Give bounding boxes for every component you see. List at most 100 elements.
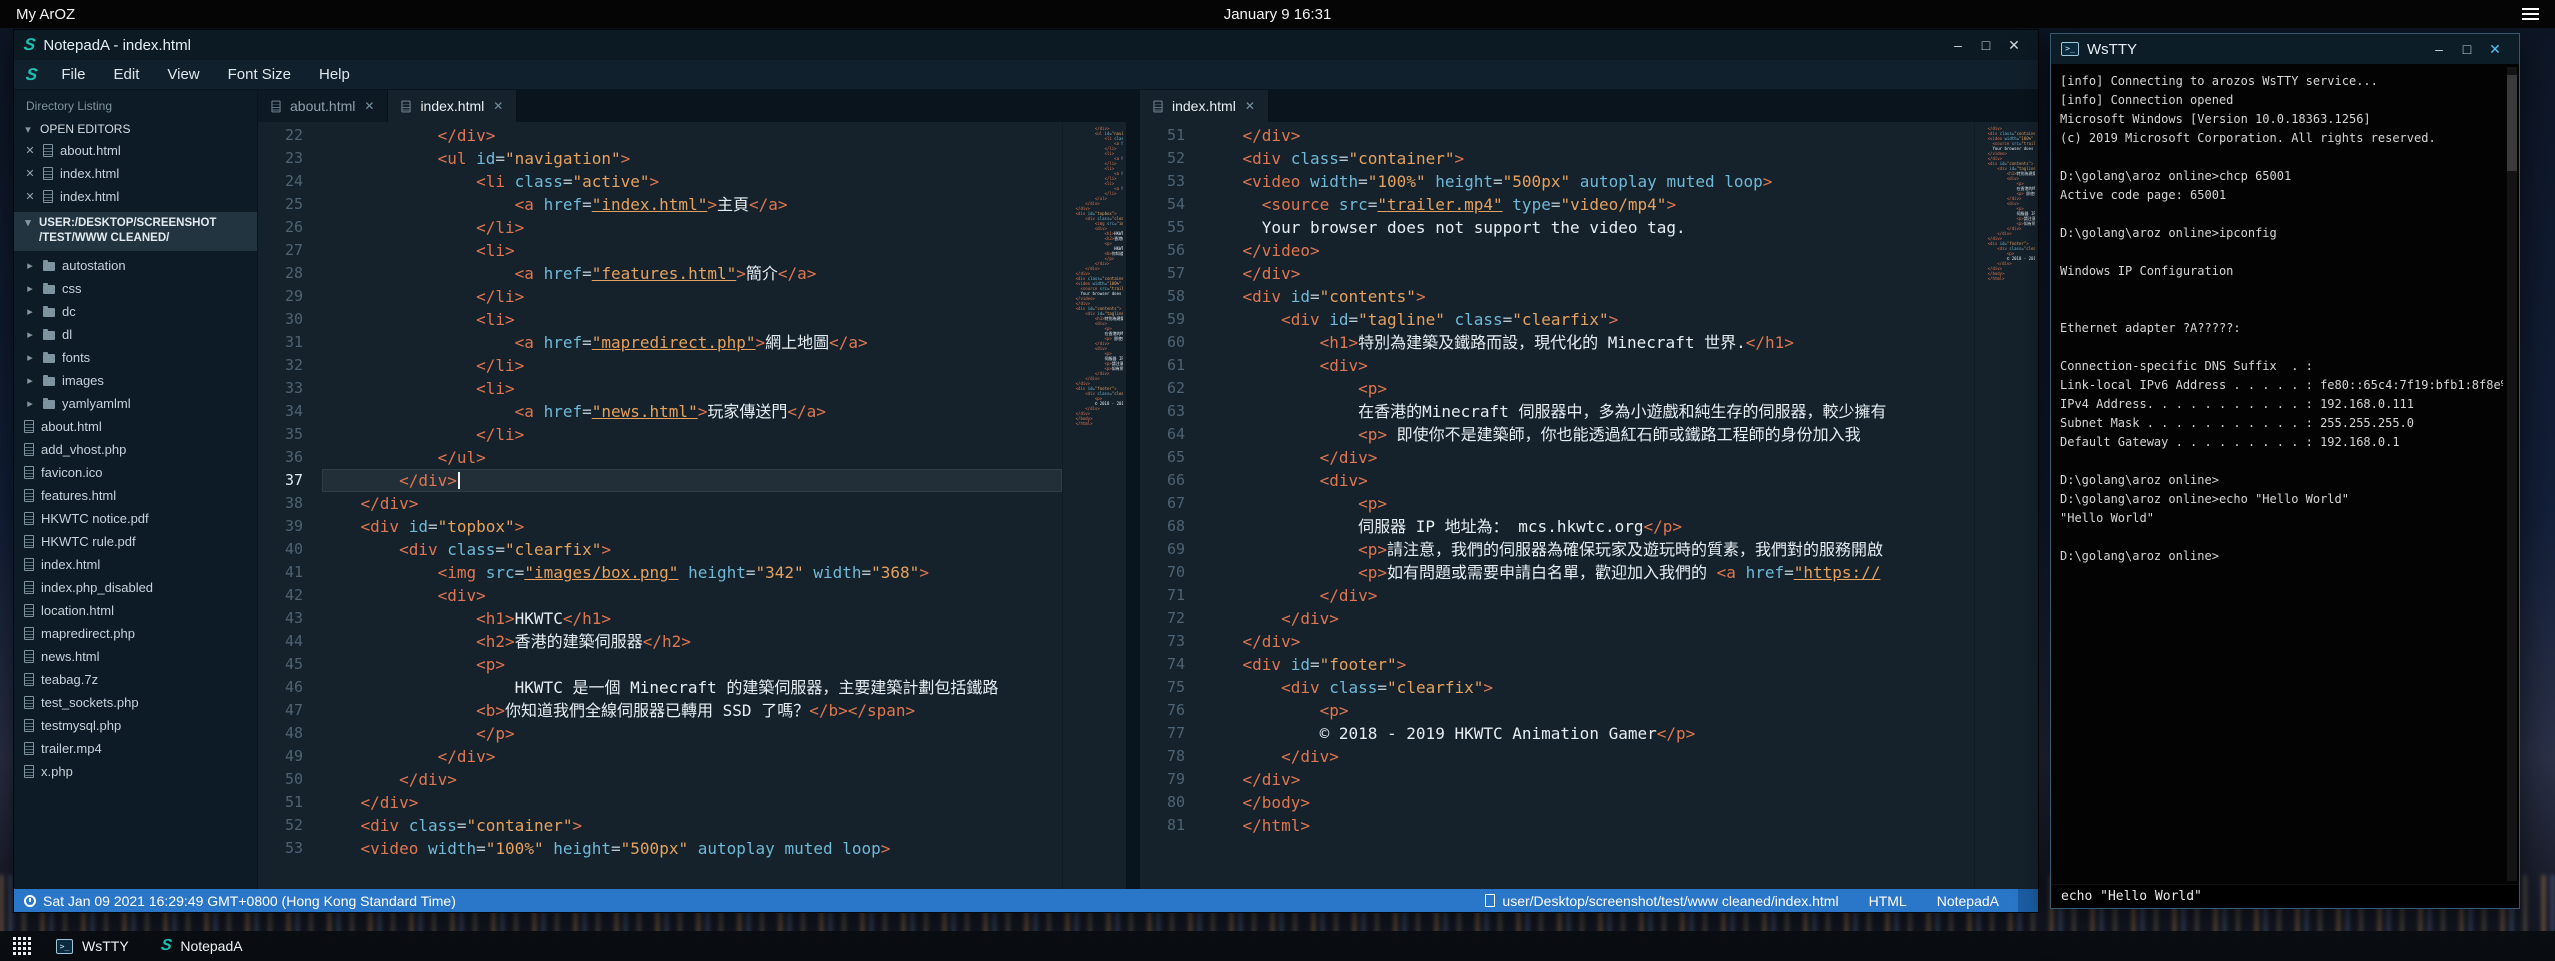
tree-item-file[interactable]: index.html (14, 553, 257, 576)
terminal-input[interactable]: echo "Hello World" (2051, 884, 2519, 908)
open-editor-item[interactable]: ✕about.html (14, 139, 257, 162)
code-line: <li> (322, 239, 1062, 262)
menu-file[interactable]: File (47, 66, 99, 83)
open-editor-item[interactable]: ✕index.html (14, 185, 257, 208)
start-button[interactable] (4, 931, 40, 961)
line-number: 40 (258, 538, 303, 561)
tab-index.html[interactable]: index.html✕ (1140, 90, 1269, 122)
menu-view[interactable]: View (153, 66, 213, 83)
tree-item-file[interactable]: location.html (14, 599, 257, 622)
code-line: <video width="100%" height="500px" autop… (1204, 170, 1974, 193)
menu-font-size[interactable]: Font Size (214, 66, 305, 83)
menu-edit[interactable]: Edit (100, 66, 154, 83)
maximize-button[interactable]: □ (1972, 37, 2000, 54)
code-line: </div> (322, 791, 1062, 814)
code-line: </li> (322, 216, 1062, 239)
chevron-down-icon: ▾ (22, 123, 34, 136)
code-line: <p> (1204, 492, 1974, 515)
line-number: 76 (1140, 699, 1185, 722)
resize-grip[interactable] (2018, 889, 2038, 912)
code-line: </div> (1204, 584, 1974, 607)
tree-item-folder[interactable]: ▸dc (14, 300, 257, 323)
tree-item-file[interactable]: teabag.7z (14, 668, 257, 691)
open-editor-item[interactable]: ✕index.html (14, 162, 257, 185)
status-filepath: user/Desktop/screenshot/test/www cleaned… (1502, 893, 1838, 909)
scrollbar-thumb[interactable] (2507, 75, 2517, 171)
tree-item-folder[interactable]: ▸dl (14, 323, 257, 346)
close-button[interactable]: ✕ (2481, 41, 2509, 58)
code-line: 在香港的Minecraft 伺服器中，多為小遊戲和純生存的伺服器，較少擁有 (1204, 400, 1974, 423)
code-line: <li> (322, 377, 1062, 400)
minimap[interactable]: </div> <div class="container"> <video wi… (1974, 122, 2038, 889)
menu-help[interactable]: Help (305, 66, 364, 83)
wstty-titlebar[interactable]: >_ WsTTY – □ ✕ (2051, 34, 2519, 64)
line-number: 57 (1140, 262, 1185, 285)
close-icon[interactable]: ✕ (24, 167, 36, 180)
file-icon (24, 535, 34, 548)
tree-item-file[interactable]: about.html (14, 415, 257, 438)
status-time: Sat Jan 09 2021 16:29:49 GMT+0800 (Hong … (43, 893, 456, 909)
window-title: NotepadA - index.html (43, 37, 191, 54)
window-title: WsTTY (2087, 41, 2137, 58)
maximize-button[interactable]: □ (2453, 41, 2481, 58)
terminal-icon: >_ (2061, 42, 2079, 56)
notepada-titlebar[interactable]: S NotepadA - index.html – □ ✕ (14, 30, 2038, 60)
code-line: <div> (322, 584, 1062, 607)
tree-item-folder[interactable]: ▸fonts (14, 346, 257, 369)
close-icon[interactable]: ✕ (1245, 99, 1255, 113)
tree-item-file[interactable]: add_vhost.php (14, 438, 257, 461)
tab-about.html[interactable]: about.html✕ (258, 90, 388, 122)
folder-icon (43, 262, 55, 271)
code-line: </div> (1204, 446, 1974, 469)
code-line: </div> (1204, 607, 1974, 630)
hamburger-menu-icon[interactable] (2522, 8, 2539, 20)
tree-root-header[interactable]: ▾ USER:/DESKTOP/SCREENSHOT /TEST/WWW CLE… (14, 212, 257, 251)
line-number: 73 (1140, 630, 1185, 653)
tree-item-folder[interactable]: ▸images (14, 369, 257, 392)
terminal-scrollbar[interactable] (2507, 67, 2517, 881)
close-icon[interactable]: ✕ (24, 144, 36, 157)
clock-icon (24, 895, 36, 907)
tree-item-file[interactable]: mapredirect.php (14, 622, 257, 645)
terminal-line (2060, 528, 2503, 547)
close-icon[interactable]: ✕ (24, 190, 36, 203)
line-number: 64 (1140, 423, 1185, 446)
tree-item-file[interactable]: HKWTC notice.pdf (14, 507, 257, 530)
tree-item-file[interactable]: trailer.mp4 (14, 737, 257, 760)
tree-item-file[interactable]: features.html (14, 484, 257, 507)
status-language-mode: HTML (1854, 893, 1922, 909)
tree-item-folder[interactable]: ▸css (14, 277, 257, 300)
tab-index.html[interactable]: index.html✕ (388, 90, 517, 122)
code-line: </html> (1204, 814, 1974, 837)
tree-item-file[interactable]: testmysql.php (14, 714, 257, 737)
open-editors-header[interactable]: ▾ OPEN EDITORS (14, 120, 257, 139)
terminal-output[interactable]: [info] Connecting to arozos WsTTY servic… (2051, 64, 2519, 884)
tree-item-file[interactable]: news.html (14, 645, 257, 668)
close-icon[interactable]: ✕ (493, 99, 503, 113)
close-button[interactable]: ✕ (2000, 37, 2028, 54)
taskbar-item-wstty[interactable]: >_WsTTY (40, 931, 145, 961)
tree-item-file[interactable]: index.php_disabled (14, 576, 257, 599)
taskbar-label: NotepadA (180, 938, 242, 954)
tree-item-folder[interactable]: ▸autostation (14, 254, 257, 277)
code-line: <img src="images/box.png" height="342" w… (322, 561, 1062, 584)
entry-name: HKWTC notice.pdf (41, 511, 149, 526)
minimize-button[interactable]: – (2425, 41, 2453, 58)
editor-group-divider[interactable] (1126, 90, 1140, 889)
line-number: 60 (1140, 331, 1185, 354)
sidebar-heading: Directory Listing (14, 90, 257, 120)
tree-item-file[interactable]: x.php (14, 760, 257, 783)
tree-item-folder[interactable]: ▸yamlyamlml (14, 392, 257, 415)
tree-item-file[interactable]: favicon.ico (14, 461, 257, 484)
code-editor[interactable]: </div> <div class="container"> <video wi… (1198, 122, 1974, 889)
code-editor[interactable]: </div> <ul id="navigation"> <li class="a… (316, 122, 1062, 889)
taskbar-item-notepada[interactable]: SNotepadA (145, 931, 259, 961)
close-icon[interactable]: ✕ (364, 99, 374, 113)
line-number: 51 (1140, 124, 1185, 147)
entry-name: testmysql.php (41, 718, 121, 733)
minimize-button[interactable]: – (1944, 37, 1972, 54)
file-icon (43, 167, 53, 180)
tree-item-file[interactable]: HKWTC rule.pdf (14, 530, 257, 553)
tree-item-file[interactable]: test_sockets.php (14, 691, 257, 714)
minimap[interactable]: </div> <ul id="navigation"> <li class="a… (1062, 122, 1126, 889)
